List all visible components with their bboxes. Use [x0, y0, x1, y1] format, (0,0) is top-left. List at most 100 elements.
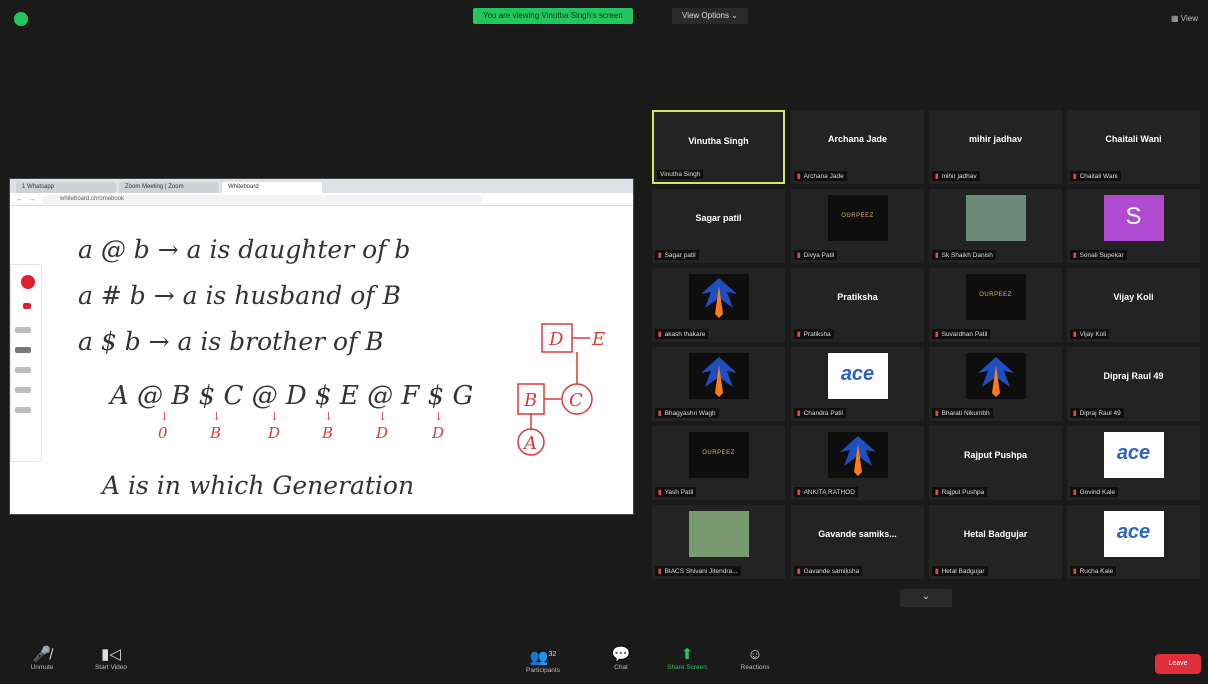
forward-icon[interactable]: → [29, 196, 36, 203]
share-screen-button[interactable]: ⬆ Share Screen [660, 646, 714, 671]
thick-pen-tool-icon[interactable] [15, 347, 31, 353]
share-screen-icon: ⬆ [680, 646, 694, 663]
muted-mic-icon: ▮ [658, 410, 662, 417]
muted-mic-icon: ▮ [935, 410, 939, 417]
participant-name-label: ▮ Archana Jade [794, 171, 847, 181]
participant-name-label: ▮ Divya Patil [794, 250, 838, 260]
tree-node-e: E [591, 329, 605, 350]
muted-mic-icon: ▮ [935, 568, 939, 575]
participant-label-text: Bhagyashri Wagh [664, 410, 716, 417]
marker-tool-icon[interactable] [15, 327, 31, 333]
security-shield-icon[interactable] [14, 12, 28, 26]
reactions-button[interactable]: ☺ Reactions [732, 646, 778, 671]
participant-ace-logo-avatar: ace [1103, 511, 1164, 557]
muted-mic-icon: ▮ [1073, 489, 1077, 496]
participant-label-text: BIACS Shivani Jitendra... [664, 568, 738, 575]
participant-name-label: ▮ Rajput Pushpa [932, 487, 988, 497]
participant-eagle-avatar [688, 353, 749, 399]
participant-tile[interactable]: OURPEEZ ▮ Divya Patil [791, 189, 924, 263]
participant-tile[interactable]: Pratiksha ▮ Pratiksha [791, 268, 924, 342]
pen-tool-icon[interactable] [23, 303, 31, 309]
participant-tile[interactable]: ace ▮ Chandra Patil [791, 347, 924, 421]
participant-label-text: Hetal Badgujar [941, 568, 985, 575]
participant-tile[interactable]: Vijay Koli ▮ Vijay Koli [1067, 268, 1200, 342]
unmute-button[interactable]: 🎤̸ Unmute [20, 646, 64, 671]
participant-tile[interactable]: Dipraj Raul 49 ▮ Dipraj Raul 49 [1067, 347, 1200, 421]
unmute-label: Unmute [30, 664, 54, 671]
url-field[interactable]: whiteboard.chromebook [42, 194, 482, 204]
handwritten-line-2: a # b → a is husband of B [78, 281, 401, 310]
ace-logo-text: ace [1116, 442, 1151, 464]
handwritten-question: A is in which Generation [100, 471, 414, 500]
whiteboard-canvas[interactable]: a @ b → a is daughter of b a # b → a is … [40, 214, 630, 514]
participant-label-text: Rajput Pushpa [941, 489, 985, 496]
participant-tile[interactable]: Archana Jade ▮ Archana Jade [791, 110, 924, 184]
participant-tile[interactable]: ▮ BIACS Shivani Jitendra... [652, 505, 785, 579]
participant-tile[interactable]: Gavande samiks... ▮ Gavande samiksha [791, 505, 924, 579]
participant-tile[interactable]: S ▮ Sonali Supekar [1067, 189, 1200, 263]
participant-name-label: ▮ BIACS Shivani Jitendra... [655, 566, 741, 576]
participant-tile[interactable]: ▮ Sk Shaikh Danish [929, 189, 1062, 263]
leave-button[interactable]: Leave [1155, 654, 1201, 674]
participant-tile[interactable]: ▮ Bharati Nikumbh [929, 347, 1062, 421]
participant-tile[interactable]: ▮ ANKITA RATHOD [791, 426, 924, 500]
participant-name-label: ▮ Chaitali Wani [1070, 171, 1121, 181]
muted-mic-icon: ▮ [658, 331, 662, 338]
muted-mic-icon: ▮ [935, 489, 939, 496]
participant-ace-logo-avatar: ace [827, 353, 888, 399]
participant-display-name: Pratiksha [837, 292, 878, 302]
participant-name-label: ▮ Chandra Patil [794, 408, 846, 418]
participant-tile[interactable]: ace ▮ Rucha Kale [1067, 505, 1200, 579]
view-layout-button[interactable]: ▦ View [1171, 14, 1198, 23]
view-options-button[interactable]: View Options ⌄ [672, 8, 748, 24]
start-video-button[interactable]: ▮◁ Start Video [84, 646, 138, 671]
participant-tile[interactable]: Rajput Pushpa ▮ Rajput Pushpa [929, 426, 1062, 500]
muted-mic-icon: ▮ [658, 252, 662, 259]
red-pen-tool-icon[interactable] [21, 275, 35, 289]
participant-display-name: Dipraj Raul 49 [1103, 371, 1164, 381]
participant-label-text: Rucha Kale [1079, 568, 1114, 575]
browser-tab-active[interactable]: Whiteboard [222, 182, 322, 193]
participants-button[interactable]: 👥32 Participants [516, 646, 570, 674]
generation-mark: 0 [158, 424, 168, 442]
participant-name-label: ▮ Bharati Nikumbh [932, 408, 993, 418]
participant-tile[interactable]: ace ▮ Govind Kale [1067, 426, 1200, 500]
eraser-tool-icon[interactable] [15, 387, 31, 393]
browser-tab[interactable]: Zoom Meeting | Zoom [119, 182, 219, 193]
participant-name-label: ▮ Hetal Badgujar [932, 566, 988, 576]
participant-tile[interactable]: ▮ akash thakare [652, 268, 785, 342]
participant-tile[interactable]: mihir jadhav ▮ mihir jadhav [929, 110, 1062, 184]
participant-tile[interactable]: ▮ Bhagyashri Wagh [652, 347, 785, 421]
muted-mic-icon: ▮ [935, 252, 939, 259]
muted-mic-icon: ▮ [797, 410, 801, 417]
participant-tile[interactable]: OURPEEZ ▮ Suvardhan Patil [929, 268, 1062, 342]
browser-tab[interactable]: 1 Whatsapp [16, 182, 116, 193]
participant-tile[interactable]: Sagar patil ▮ Sagar patil [652, 189, 785, 263]
participant-eagle-avatar [965, 353, 1026, 399]
participant-name-label: ▮ Sagar patil [655, 250, 699, 260]
participant-label-text: Chaitali Wani [1079, 173, 1118, 180]
generation-mark: B [321, 424, 333, 442]
participant-label-text: Govind Kale [1079, 489, 1115, 496]
participant-tile[interactable]: Chaitali Wani ▮ Chaitali Wani [1067, 110, 1200, 184]
whiteboard-toolbar [10, 264, 42, 462]
participant-label-text: Dipraj Raul 49 [1079, 410, 1121, 417]
handwritten-line-1: a @ b → a is daughter of b [78, 235, 410, 264]
gallery-next-page-chevron-icon[interactable]: ⌄ [900, 589, 952, 607]
participant-label-text: mihir jadhav [941, 173, 977, 180]
reactions-label: Reactions [740, 664, 770, 671]
muted-microphone-icon: 🎤̸ [32, 646, 52, 663]
chat-button[interactable]: 💬 Chat [604, 646, 638, 671]
back-icon[interactable]: ← [16, 196, 23, 203]
participant-name-label: ▮ mihir jadhav [932, 171, 980, 181]
highlighter-tool-icon[interactable] [15, 367, 31, 373]
logo-text: OURPEEZ [841, 213, 874, 219]
participant-tile[interactable]: Hetal Badgujar ▮ Hetal Badgujar [929, 505, 1062, 579]
participant-name-label: ▮ Dipraj Raul 49 [1070, 408, 1124, 418]
participant-tile[interactable]: Vinutha Singh Vinutha Singh [652, 110, 785, 184]
participant-tile[interactable]: OURPEEZ ▮ Yash Patil [652, 426, 785, 500]
shape-tool-icon[interactable] [15, 407, 31, 413]
logo-text: OURPEEZ [979, 292, 1012, 298]
participant-label-text: Divya Patil [803, 252, 835, 259]
reactions-smiley-icon: ☺ [747, 646, 763, 663]
